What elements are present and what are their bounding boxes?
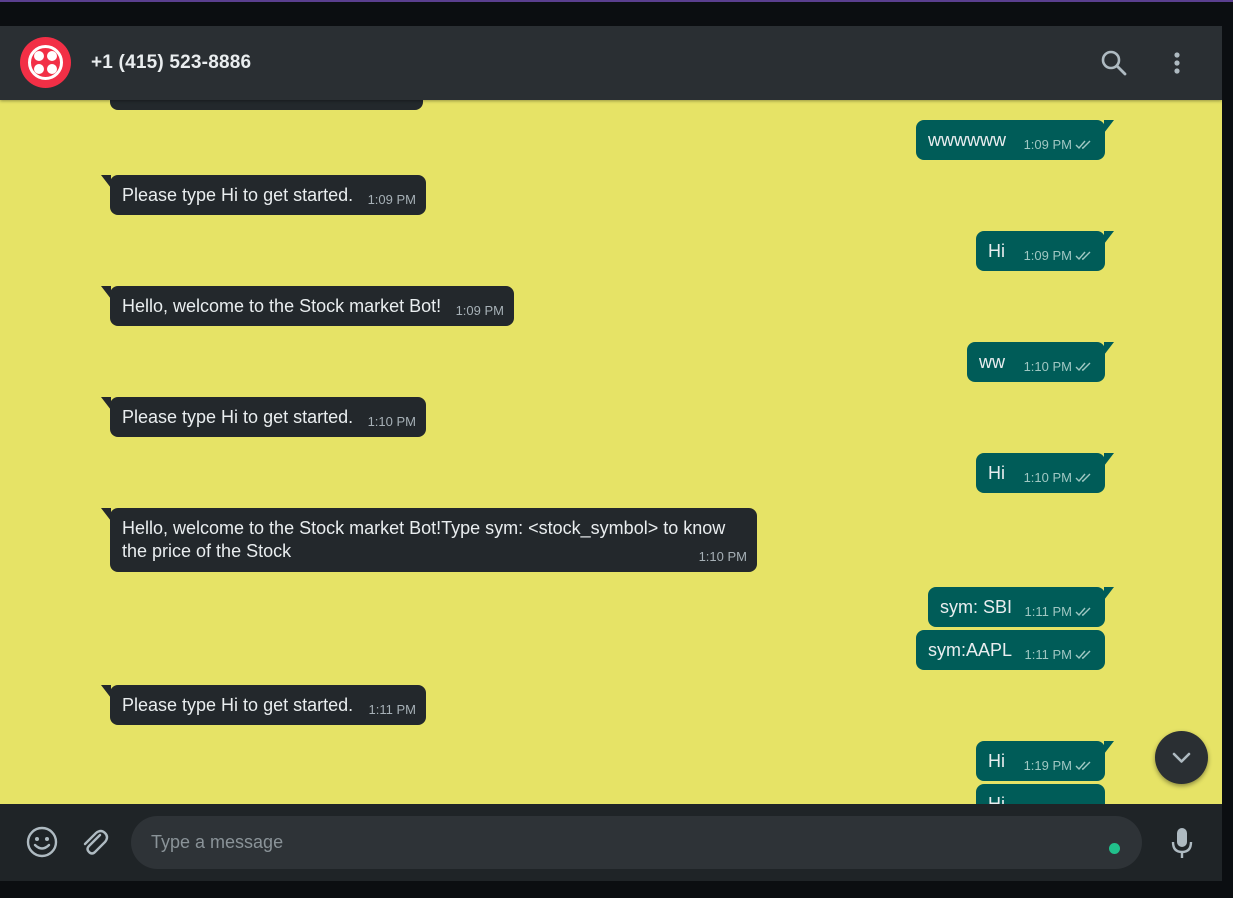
- message-bubble-outgoing[interactable]: Hi 1:09 PM: [976, 231, 1114, 271]
- message-meta: 1:11 PM: [1025, 600, 1093, 623]
- message-time: 1:11 PM: [1024, 604, 1072, 619]
- double-check-icon: [1075, 761, 1091, 770]
- message-bubble-incoming[interactable]: Please type Hi to get started. 1:11 PM: [101, 685, 426, 725]
- message-time: 1:09 PM: [455, 303, 504, 318]
- bubble-tail: [101, 175, 111, 188]
- message-time: 1:11 PM: [1024, 647, 1072, 662]
- message-text: sym:AAPL: [928, 640, 1013, 660]
- message-time: 1:09 PM: [367, 192, 416, 207]
- double-check-icon: [1075, 650, 1091, 659]
- message-bubble-incoming[interactable]: Hello, welcome to the Stock market Bot!T…: [101, 508, 757, 572]
- bubble-tail: [1104, 741, 1114, 754]
- message-bubble-incoming[interactable]: Please type Hi to get started. 1:09 PM: [101, 175, 426, 215]
- double-check-icon: [1075, 473, 1091, 482]
- message-list[interactable]: wwwwww 1:09 PM Please type Hi to get sta…: [0, 80, 1222, 824]
- message-meta: 1:11 PM: [1025, 643, 1093, 666]
- avatar-dot: [34, 51, 44, 61]
- message-bubble-outgoing[interactable]: Hi 1:19 PM: [976, 741, 1114, 781]
- bubble-tail: [1104, 342, 1114, 355]
- message-text: Hi: [988, 751, 1005, 771]
- scroll-to-bottom-button[interactable]: [1155, 731, 1208, 784]
- status-dot: [1109, 843, 1120, 854]
- message-bubble-incoming[interactable]: Hello, welcome to the Stock market Bot! …: [101, 286, 514, 326]
- message-text: Hello, welcome to the Stock market Bot!T…: [122, 518, 731, 561]
- avatar-dot: [47, 51, 57, 61]
- bubble-tail: [101, 397, 111, 410]
- bubble-tail: [1104, 120, 1114, 133]
- message-input[interactable]: [131, 816, 1142, 869]
- double-check-icon: [1075, 140, 1091, 149]
- message-time: 1:09 PM: [1023, 137, 1072, 152]
- double-check-icon: [1075, 607, 1091, 616]
- message-bubble-outgoing[interactable]: ww 1:10 PM: [967, 342, 1114, 382]
- message-bubble-outgoing[interactable]: wwwwww 1:09 PM: [916, 120, 1114, 160]
- message-time: 1:11 PM: [368, 702, 416, 717]
- message-text: Hi: [988, 241, 1005, 261]
- bubble-tail: [101, 685, 111, 698]
- double-check-icon: [1075, 251, 1091, 260]
- message-text: wwwwww: [928, 130, 1006, 150]
- bubble-tail: [1104, 453, 1114, 466]
- search-icon[interactable]: [1099, 48, 1129, 78]
- message-time: 1:09 PM: [1023, 248, 1072, 263]
- message-text: Please type Hi to get started.: [122, 407, 354, 427]
- composer-bar: [0, 804, 1222, 881]
- microphone-icon[interactable]: [1164, 825, 1200, 861]
- message-text: Please type Hi to get started.: [122, 185, 354, 205]
- avatar-dot: [47, 64, 57, 74]
- bubble-tail: [101, 286, 111, 299]
- message-bubble-outgoing[interactable]: Hi 1:10 PM: [976, 453, 1114, 493]
- message-time: 1:10 PM: [367, 414, 416, 429]
- message-meta: 1:10 PM: [1024, 466, 1093, 489]
- chat-header: +1 (415) 523-8886: [0, 26, 1222, 100]
- paperclip-icon[interactable]: [76, 824, 112, 860]
- message-meta: 1:10 PM: [1024, 355, 1093, 378]
- bubble-tail: [1104, 587, 1114, 600]
- message-time: 1:19 PM: [1023, 758, 1072, 773]
- avatar-ring: [28, 45, 63, 80]
- message-meta: 1:09 PM: [1024, 133, 1093, 156]
- twilio-logo-icon[interactable]: [20, 37, 71, 88]
- message-meta: 1:09 PM: [1024, 244, 1093, 267]
- bubble-tail: [101, 508, 111, 521]
- message-text: ww: [979, 352, 1005, 372]
- chat-window: +1 (415) 523-8886 wwwwww 1:09 PM Please …: [0, 26, 1222, 881]
- message-time: 1:10 PM: [698, 549, 747, 564]
- message-bubble-incoming[interactable]: Please type Hi to get started. 1:10 PM: [101, 397, 426, 437]
- avatar-dot: [34, 64, 44, 74]
- message-bubble-outgoing[interactable]: sym: SBI 1:11 PM: [928, 587, 1114, 627]
- double-check-icon: [1075, 362, 1091, 371]
- message-text: Please type Hi to get started.: [122, 695, 354, 715]
- message-text: sym: SBI: [940, 597, 1013, 617]
- chevron-down-icon: [1172, 752, 1191, 763]
- window-top-accent: [0, 0, 1233, 2]
- message-time: 1:10 PM: [1023, 359, 1072, 374]
- emoji-icon[interactable]: [24, 824, 60, 860]
- message-text: Hello, welcome to the Stock market Bot!: [122, 296, 442, 316]
- kebab-menu-icon[interactable]: [1162, 48, 1192, 78]
- message-meta: 1:19 PM: [1024, 754, 1093, 777]
- bubble-tail: [1104, 231, 1114, 244]
- message-time: 1:10 PM: [1023, 470, 1072, 485]
- message-bubble-outgoing[interactable]: sym:AAPL 1:11 PM: [916, 630, 1105, 670]
- contact-name[interactable]: +1 (415) 523-8886: [91, 52, 251, 74]
- message-text: Hi: [988, 463, 1005, 483]
